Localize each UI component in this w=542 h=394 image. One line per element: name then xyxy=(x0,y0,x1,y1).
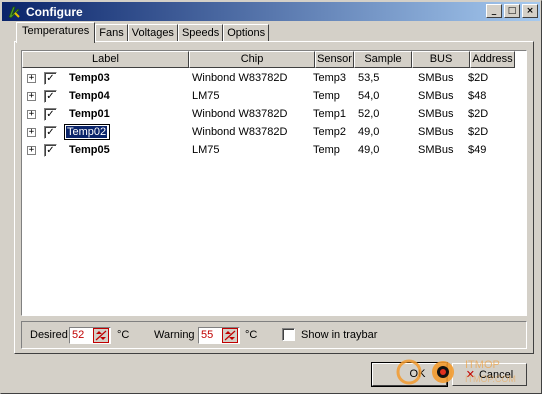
row-chip: Winbond W83782D xyxy=(192,72,288,84)
cancel-button[interactable]: ✕ Cancel xyxy=(452,363,527,386)
table-row[interactable]: + ✓ Temp04 LM75 Temp 54,0 SMBus $48 xyxy=(22,87,526,105)
row-chip: Winbond W83782D xyxy=(192,126,288,138)
title-bar[interactable]: Configure _ □ × xyxy=(2,2,540,21)
tab-fans[interactable]: Fans xyxy=(95,24,128,42)
close-button[interactable]: × xyxy=(522,4,538,18)
desired-spin-input[interactable]: 52 xyxy=(69,327,111,344)
spin-arrows-icon xyxy=(224,330,236,341)
table-row[interactable]: + ✓ Temp05 LM75 Temp 49,0 SMBus $49 xyxy=(22,141,526,159)
row-sample: 49,0 xyxy=(358,144,380,156)
row-sample: 53,5 xyxy=(358,72,380,84)
threshold-bar: Desired 52 °C Warning 55 °C Show in tray… xyxy=(21,321,527,349)
column-header-label[interactable]: Label xyxy=(22,51,189,68)
row-label: Temp03 xyxy=(69,72,110,84)
list-header: Label Chip Sensor Sample BUS Address xyxy=(22,51,526,68)
table-row[interactable]: + ✓ Temp03 Winbond W83782D Temp3 53,5 SM… xyxy=(22,69,526,87)
row-bus: SMBus xyxy=(418,144,454,156)
row-sensor: Temp xyxy=(313,144,340,156)
warning-spin-input[interactable]: 55 xyxy=(198,327,240,344)
row-sensor: Temp1 xyxy=(313,108,347,120)
expand-icon[interactable]: + xyxy=(27,74,36,83)
table-row[interactable]: + ✓ Temp01 Winbond W83782D Temp1 52,0 SM… xyxy=(22,105,526,123)
row-bus: SMBus xyxy=(418,72,454,84)
row-sensor: Temp3 xyxy=(313,72,347,84)
row-chip: Winbond W83782D xyxy=(192,108,288,120)
row-bus: SMBus xyxy=(418,108,454,120)
tab-voltages[interactable]: Voltages xyxy=(127,24,178,42)
cancel-x-icon: ✕ xyxy=(465,368,475,381)
label-edit-field[interactable]: Temp02 xyxy=(64,124,110,140)
row-sensor: Temp xyxy=(313,90,340,102)
row-chip: LM75 xyxy=(192,90,220,102)
row-label: Temp01 xyxy=(69,108,110,120)
row-chip: LM75 xyxy=(192,144,220,156)
desired-spin-button[interactable] xyxy=(93,328,109,343)
row-bus: SMBus xyxy=(418,90,454,102)
row-label: Temp04 xyxy=(69,90,110,102)
expand-icon[interactable]: + xyxy=(27,110,36,119)
column-header-sample[interactable]: Sample xyxy=(354,51,412,68)
ok-button[interactable]: OK xyxy=(371,362,448,387)
expand-icon[interactable]: + xyxy=(27,146,36,155)
window-title: Configure xyxy=(26,4,83,19)
traybar-label: Show in traybar xyxy=(301,329,378,341)
row-label: Temp02 xyxy=(66,126,108,138)
warning-spin-button[interactable] xyxy=(222,328,238,343)
row-bus: SMBus xyxy=(418,126,454,138)
warning-unit: °C xyxy=(245,329,258,341)
row-checkbox[interactable]: ✓ xyxy=(44,144,57,157)
desired-value: 52 xyxy=(72,329,85,341)
row-sample: 52,0 xyxy=(358,108,380,120)
spin-arrows-icon xyxy=(95,330,107,341)
traybar-checkbox[interactable] xyxy=(282,328,295,341)
cancel-label: Cancel xyxy=(478,369,514,381)
desired-label: Desired xyxy=(30,329,68,341)
row-address: $48 xyxy=(468,90,487,102)
tab-speeds[interactable]: Speeds xyxy=(177,24,224,42)
row-address: $49 xyxy=(468,144,487,156)
tab-options[interactable]: Options xyxy=(223,24,270,42)
row-sample: 49,0 xyxy=(358,126,380,138)
warning-label: Warning xyxy=(154,329,195,341)
column-header-address[interactable]: Address xyxy=(470,51,515,68)
table-row[interactable]: + ✓ Temp02 Winbond W83782D Temp2 49,0 SM… xyxy=(22,123,526,141)
row-label: Temp05 xyxy=(69,144,110,156)
expand-icon[interactable]: + xyxy=(27,128,36,137)
app-icon xyxy=(6,4,22,20)
desired-unit: °C xyxy=(117,329,130,341)
sensor-list[interactable]: Label Chip Sensor Sample BUS Address + ✓… xyxy=(21,50,527,316)
column-header-chip[interactable]: Chip xyxy=(189,51,315,68)
temperatures-panel: Label Chip Sensor Sample BUS Address + ✓… xyxy=(14,41,534,354)
warning-value: 55 xyxy=(201,329,214,341)
tab-strip: Temperatures Fans Voltages Speeds Option… xyxy=(16,21,270,43)
tab-temperatures[interactable]: Temperatures xyxy=(16,22,96,43)
row-checkbox[interactable]: ✓ xyxy=(44,90,57,103)
minimize-button[interactable]: _ xyxy=(486,4,502,18)
column-header-sensor[interactable]: Sensor xyxy=(315,51,354,68)
column-header-bus[interactable]: BUS xyxy=(412,51,470,68)
row-address: $2D xyxy=(468,108,489,120)
row-checkbox[interactable]: ✓ xyxy=(44,72,57,85)
configure-window: Configure _ □ × Temperatures Fans Voltag… xyxy=(0,0,542,394)
row-checkbox[interactable]: ✓ xyxy=(44,108,57,121)
row-checkbox[interactable]: ✓ xyxy=(44,126,57,139)
row-address: $2D xyxy=(468,126,489,138)
maximize-button[interactable]: □ xyxy=(504,4,520,18)
expand-icon[interactable]: + xyxy=(27,92,36,101)
row-address: $2D xyxy=(468,72,489,84)
ok-label: OK xyxy=(409,368,426,380)
row-sample: 54,0 xyxy=(358,90,380,102)
row-sensor: Temp2 xyxy=(313,126,347,138)
